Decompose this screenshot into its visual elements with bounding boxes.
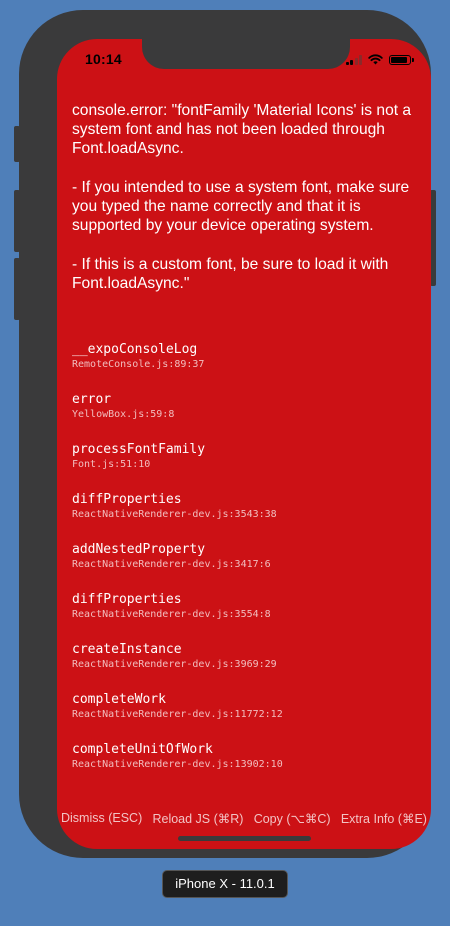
battery-icon [389, 54, 414, 65]
frame-method: __expoConsoleLog [72, 342, 198, 357]
stack-frame[interactable]: processFontFamily Font.js:51:10 [72, 442, 417, 492]
frame-method: processFontFamily [72, 442, 206, 457]
redbox-screen: 10:14 console.error: "fontFamily 'Materi… [57, 39, 431, 849]
stack-frame[interactable]: error YellowBox.js:59:8 [72, 392, 417, 442]
error-message: console.error: "fontFamily 'Material Ico… [72, 102, 412, 292]
home-indicator[interactable] [178, 836, 311, 841]
frame-location: YellowBox.js:59:8 [72, 409, 175, 420]
frame-location: ReactNativeRenderer-dev.js:3417:6 [72, 559, 271, 570]
stack-frame[interactable]: addNestedProperty ReactNativeRenderer-de… [72, 542, 417, 592]
cellular-signal-icon [345, 54, 362, 65]
frame-method: completeWork [72, 692, 166, 707]
extra-info-button[interactable]: Extra Info (⌘E) [341, 811, 427, 826]
frame-location: ReactNativeRenderer-dev.js:3554:8 [72, 609, 271, 620]
frame-method: diffProperties [72, 592, 182, 607]
frame-method: addNestedProperty [72, 542, 206, 557]
frame-location: ReactNativeRenderer-dev.js:3969:29 [72, 659, 277, 670]
reload-js-button[interactable]: Reload JS (⌘R) [152, 811, 243, 826]
copy-button[interactable]: Copy (⌥⌘C) [254, 811, 331, 826]
simulator-device-label: iPhone X - 11.0.1 [162, 870, 288, 898]
frame-method: createInstance [72, 642, 182, 657]
stack-frame[interactable]: __expoConsoleLog RemoteConsole.js:89:37 [72, 342, 417, 392]
redbox-toolbar: Dismiss (ESC) Reload JS (⌘R) Copy (⌥⌘C) … [57, 811, 431, 826]
status-time: 10:14 [85, 51, 122, 67]
stack-frame[interactable]: diffProperties ReactNativeRenderer-dev.j… [72, 492, 417, 542]
frame-method: completeUnitOfWork [72, 742, 213, 757]
status-icons [345, 54, 414, 65]
dismiss-button[interactable]: Dismiss (ESC) [61, 811, 142, 826]
stack-frame[interactable]: completeWork ReactNativeRenderer-dev.js:… [72, 692, 417, 742]
frame-location: Font.js:51:10 [72, 459, 151, 470]
stack-trace: __expoConsoleLog RemoteConsole.js:89:37 … [72, 342, 417, 792]
device-notch [142, 39, 350, 69]
frame-location: ReactNativeRenderer-dev.js:11772:12 [72, 709, 283, 720]
stack-frame[interactable]: createInstance ReactNativeRenderer-dev.j… [72, 642, 417, 692]
frame-location: ReactNativeRenderer-dev.js:13902:10 [72, 759, 283, 770]
wifi-icon [368, 54, 383, 65]
frame-location: RemoteConsole.js:89:37 [72, 359, 205, 370]
stack-frame[interactable]: completeUnitOfWork ReactNativeRenderer-d… [72, 742, 417, 792]
frame-location: ReactNativeRenderer-dev.js:3543:38 [72, 509, 277, 520]
frame-method: diffProperties [72, 492, 182, 507]
device-frame: 10:14 console.error: "fontFamily 'Materi… [19, 10, 431, 858]
stack-frame[interactable]: diffProperties ReactNativeRenderer-dev.j… [72, 592, 417, 642]
frame-method: error [72, 392, 112, 407]
